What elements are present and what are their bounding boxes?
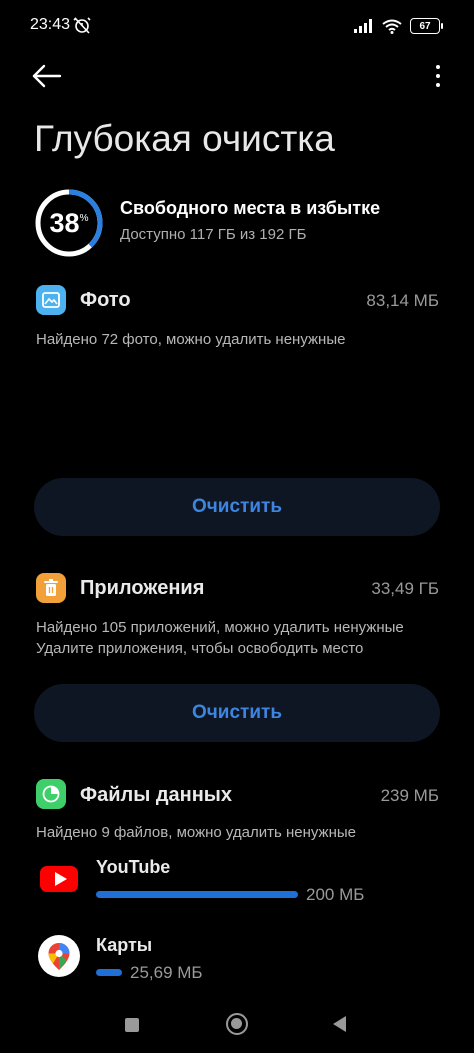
data-files-title: Файлы данных	[80, 784, 233, 806]
photos-clean-label: Очистить	[191, 496, 283, 517]
apps-description-line2: Удалите приложения, чтобы освободить мес…	[36, 640, 364, 657]
app-name-youtube: YouTube	[96, 857, 171, 877]
youtube-icon	[38, 857, 80, 899]
photos-description: Найдено 72 фото, можно удалить ненужные	[36, 331, 346, 348]
apps-clean-label: Очистить	[191, 702, 283, 723]
storage-title: Свободного места в избытке	[120, 198, 381, 218]
battery-icon: 67	[410, 18, 443, 34]
back-triangle-icon[interactable]	[333, 1016, 346, 1032]
image-icon	[36, 285, 66, 315]
status-icons: 67	[354, 16, 443, 36]
trash-icon	[36, 573, 66, 603]
data-files-size: 239 МБ	[380, 786, 439, 805]
data-files-description: Найдено 9 файлов, можно удалить ненужные	[36, 824, 356, 841]
storage-subtitle: Доступно 117 ГБ из 192 ГБ	[120, 226, 307, 243]
photos-size: 83,14 МБ	[366, 291, 439, 310]
storage-percent-symbol: %	[79, 212, 89, 224]
app-name-maps: Карты	[96, 935, 153, 955]
more-vertical-icon[interactable]	[428, 60, 448, 92]
app-bar-maps	[96, 969, 122, 976]
status-time: 23:43	[30, 16, 71, 33]
app-size-maps: 25,69 МБ	[130, 963, 203, 982]
home-circle-icon[interactable]	[226, 1013, 248, 1035]
recents-square-icon[interactable]	[125, 1018, 139, 1032]
storage-percent: 38	[49, 207, 80, 238]
apps-title: Приложения	[80, 577, 205, 599]
storage-percent-label: 38 %	[34, 188, 104, 258]
app-bar-youtube	[96, 891, 298, 898]
app-size-youtube: 200 МБ	[306, 885, 365, 904]
page-title: Глубокая очистка	[34, 118, 335, 159]
google-maps-icon	[38, 935, 80, 977]
pie-chart-icon	[36, 779, 66, 809]
alarm-off-icon	[73, 17, 91, 34]
apps-size: 33,49 ГБ	[371, 579, 439, 598]
photos-title: Фото	[80, 289, 131, 311]
signal-icon	[354, 19, 372, 33]
wifi-icon	[382, 19, 402, 34]
photos-clean-button[interactable]: Очистить	[34, 478, 440, 536]
battery-level: 67	[419, 20, 431, 32]
navigation-bar	[0, 1000, 474, 1053]
arrow-left-icon[interactable]	[28, 60, 64, 92]
apps-clean-button[interactable]: Очистить	[34, 684, 440, 742]
apps-description-line1: Найдено 105 приложений, можно удалить не…	[36, 619, 404, 636]
status-bar: 23:43 67	[0, 0, 474, 52]
